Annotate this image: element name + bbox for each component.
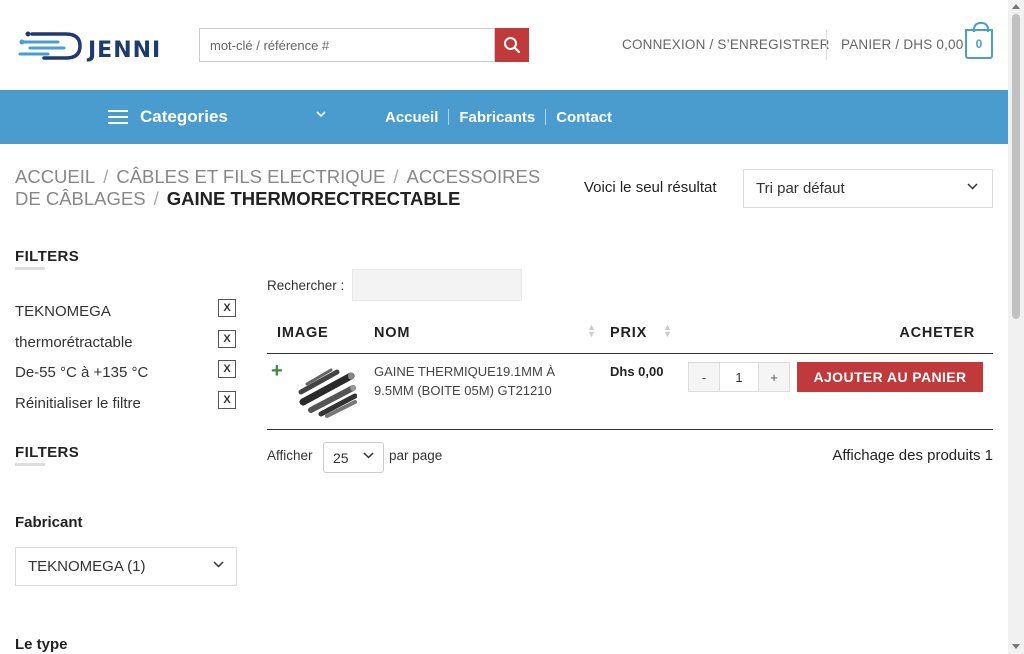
- active-filter-label: De-55 °C à +135 °C: [15, 364, 149, 381]
- table-row: + GAINE THERMIQUE19.1mm à 9.5mm (BOITE 0…: [267, 354, 993, 430]
- remove-filter-button[interactable]: X: [218, 330, 236, 348]
- breadcrumb-separator: /: [103, 166, 109, 187]
- active-filter-label: TEKNOMEGA: [15, 303, 111, 320]
- login-register-link[interactable]: CONNEXION / S’ENREGISTRER: [622, 37, 830, 52]
- per-page-suffix: par page: [389, 448, 443, 463]
- cart-bag-icon[interactable]: 0: [965, 22, 993, 59]
- active-filter-item: De-55 °C à +135 °C X: [15, 360, 237, 381]
- product-image[interactable]: [297, 362, 357, 418]
- quantity-stepper: - 1 +: [688, 362, 790, 392]
- nav-link-fabricants[interactable]: Fabricants: [459, 109, 535, 126]
- logo-circuit-icon: [18, 31, 82, 60]
- search-input[interactable]: [199, 28, 495, 62]
- column-header-acheter: ACHETER: [899, 325, 975, 341]
- categories-label: Categories: [140, 107, 228, 126]
- search-button[interactable]: [495, 28, 529, 62]
- sort-arrows-icon[interactable]: ▲ ▼: [587, 323, 596, 339]
- reset-filter-label[interactable]: Réinitialiser le filtre: [15, 395, 141, 412]
- remove-filter-button[interactable]: X: [218, 360, 236, 378]
- breadcrumb-item-cables[interactable]: CÂBLES ET FILS ELECTRIQUE: [116, 166, 385, 187]
- breadcrumb-separator: /: [153, 188, 159, 209]
- site-header: JENNI CONNEXION / S’ENREGISTRER PANIER /…: [0, 0, 1008, 90]
- per-page-value: 25: [333, 449, 349, 466]
- product-price: Dhs 0,00: [610, 364, 664, 379]
- chevron-down-icon: [967, 183, 978, 190]
- title-underline: [15, 267, 45, 270]
- table-info: Affichage des produits 1: [832, 447, 993, 464]
- fabricant-label: Fabricant: [15, 514, 83, 531]
- filters-title: FILTERS: [15, 444, 80, 461]
- table-search-input[interactable]: [352, 269, 522, 301]
- remove-filter-button[interactable]: X: [218, 299, 236, 317]
- fabricant-select[interactable]: TEKNOMEGA (1): [15, 547, 237, 586]
- chevron-down-icon: [316, 111, 326, 118]
- chevron-down-icon: [213, 561, 224, 568]
- main-navbar: Categories Accueil Fabricants Contact: [0, 90, 1008, 144]
- result-count: Voici le seul résultat: [584, 179, 717, 196]
- nav-link-accueil[interactable]: Accueil: [385, 109, 438, 126]
- search-icon: [504, 37, 521, 54]
- sort-select-value: Tri par défaut: [756, 180, 845, 197]
- quantity-plus-button[interactable]: +: [759, 363, 789, 391]
- add-to-cart-button[interactable]: AJOUTER AU PANIER: [797, 362, 983, 392]
- expand-row-button[interactable]: +: [271, 360, 283, 383]
- quantity-minus-button[interactable]: -: [689, 363, 719, 391]
- nav-link-contact[interactable]: Contact: [556, 109, 612, 126]
- nav-separator: [545, 109, 547, 125]
- breadcrumb-separator: /: [393, 166, 399, 187]
- product-name-link[interactable]: GAINE THERMIQUE19.1mm à 9.5mm (BOITE 05M…: [374, 362, 589, 400]
- breadcrumb: ACCUEIL / CÂBLES ET FILS ELECTRIQUE / ACCESS…: [15, 166, 555, 210]
- column-header-image: IMAGE: [277, 325, 329, 341]
- logo-text: JENNI: [88, 38, 162, 63]
- active-filter-label: thermorétractable: [15, 334, 133, 351]
- breadcrumb-current: GAINE THERMORECTRECTABLE: [166, 188, 461, 209]
- active-filter-item: TEKNOMEGA X: [15, 299, 237, 320]
- scroll-down-arrow-icon[interactable]: [1012, 644, 1020, 649]
- quantity-input[interactable]: 1: [719, 363, 759, 391]
- title-underline: [15, 463, 45, 466]
- nav-separator: [448, 109, 450, 125]
- per-page-select[interactable]: 25: [323, 442, 384, 473]
- cart-total-link[interactable]: PANIER / DHS 0,00: [841, 37, 963, 52]
- type-label: Le type: [15, 636, 68, 653]
- table-search-label: Rechercher :: [267, 278, 345, 293]
- reset-filter-button[interactable]: X: [218, 391, 236, 409]
- scrollbar-thumb[interactable]: [1012, 14, 1020, 319]
- table-header: IMAGE NOM ▲ ▼ PRIX ▲ ▼ ACHETER: [267, 320, 993, 354]
- column-header-nom[interactable]: NOM: [374, 325, 410, 341]
- header-divider: [826, 30, 827, 60]
- column-header-prix[interactable]: PRIX: [610, 325, 647, 341]
- reset-filter-item[interactable]: Réinitialiser le filtre X: [15, 391, 237, 412]
- breadcrumb-item-accueil[interactable]: ACCUEIL: [15, 166, 95, 187]
- active-filter-item: thermorétractable X: [15, 330, 237, 351]
- sort-select[interactable]: Tri par défaut: [743, 169, 993, 208]
- active-filters-title: FILTERS: [15, 248, 80, 265]
- categories-menu[interactable]: Categories: [108, 90, 330, 144]
- scroll-up-arrow-icon[interactable]: [1012, 4, 1020, 9]
- nav-links: Accueil Fabricants Contact: [385, 90, 612, 144]
- page-scrollbar[interactable]: [1008, 0, 1024, 654]
- site-logo[interactable]: JENNI: [18, 24, 168, 68]
- search-form: [199, 28, 529, 62]
- fabricant-select-value: TEKNOMEGA (1): [28, 558, 146, 575]
- chevron-down-icon: [363, 452, 374, 459]
- hamburger-icon: [108, 110, 128, 124]
- sort-arrows-icon[interactable]: ▲ ▼: [663, 323, 672, 339]
- show-label: Afficher: [267, 448, 313, 463]
- cart-count: 0: [975, 37, 983, 51]
